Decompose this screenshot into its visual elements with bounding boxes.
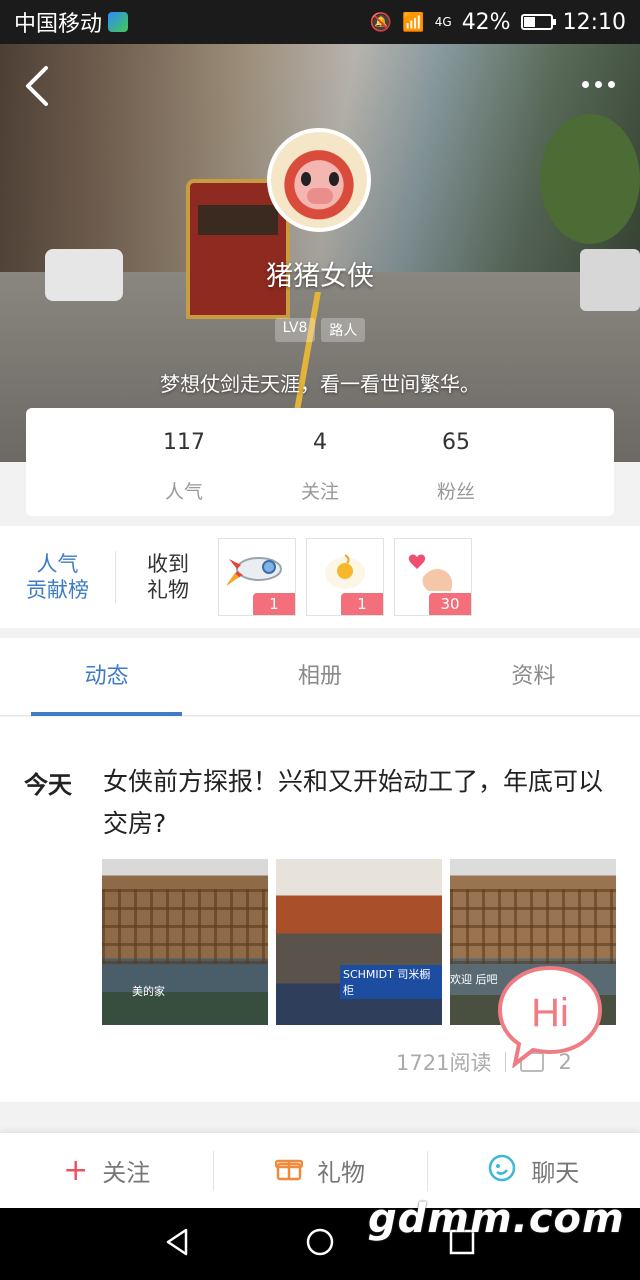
- gift-count: 1: [341, 593, 383, 615]
- profile-tabs: 动态 相册 资料: [0, 638, 640, 716]
- status-bar: 中国移动 🔕 📶 4G 42% 12:10: [0, 0, 640, 44]
- mute-icon: 🔕: [369, 11, 393, 33]
- gift-count: 30: [429, 593, 471, 615]
- gift-item-finger-heart[interactable]: 30: [394, 538, 472, 616]
- battery-percent: 42%: [461, 9, 511, 35]
- stat-following[interactable]: 4 关注: [252, 408, 388, 516]
- avatar[interactable]: [267, 128, 371, 232]
- battery-fill: [523, 17, 535, 27]
- more-dots-icon[interactable]: [576, 72, 620, 96]
- hi-chat-bubble[interactable]: Hi: [494, 964, 606, 1069]
- follow-button[interactable]: + 关注: [0, 1133, 213, 1208]
- chat-icon: [487, 1153, 517, 1189]
- stat-value: 65: [442, 430, 470, 455]
- stat-label: 关注: [300, 481, 339, 503]
- received-gifts-label: 收到 礼物: [128, 551, 208, 603]
- stat-value: 4: [313, 430, 327, 455]
- clock: 12:10: [562, 9, 626, 35]
- user-motto: 梦想仗剑走天涯，看一看世间繁华。: [160, 372, 480, 396]
- tab-info[interactable]: 资料: [427, 638, 640, 715]
- level-badge: LV8: [274, 318, 316, 342]
- title-badge: 路人: [321, 318, 366, 342]
- stat-label: 人气: [164, 481, 203, 503]
- photo-caption: 欢迎 后吧: [450, 973, 498, 986]
- stat-popularity[interactable]: 117 人气: [116, 408, 252, 516]
- tab-feed[interactable]: 动态: [0, 638, 213, 716]
- username: 猪猪女侠: [266, 261, 374, 292]
- chat-label: 聊天: [531, 1159, 580, 1187]
- egg-icon: [325, 554, 365, 589]
- rank-link-line1: 人气: [36, 552, 79, 576]
- back-chevron-icon[interactable]: [18, 62, 58, 110]
- wifi-icon: 📶: [402, 11, 425, 33]
- stat-value: 117: [163, 430, 205, 455]
- hi-label: Hi: [531, 991, 569, 1035]
- rank-link-line2: 贡献榜: [26, 578, 89, 602]
- finger-heart-icon: [408, 554, 453, 591]
- gift-label: 礼物: [316, 1159, 365, 1187]
- photo-caption: 美的家: [132, 985, 165, 998]
- follow-label: 关注: [102, 1159, 151, 1187]
- gift-item-rocket[interactable]: 1: [218, 538, 296, 616]
- post-photo[interactable]: 美的家: [102, 859, 268, 1025]
- carrier: 中国移动: [14, 6, 129, 38]
- photo-caption: SCHMIDT 司米橱柜: [340, 965, 442, 999]
- nav-back-icon[interactable]: [162, 1226, 194, 1262]
- network-type: 4G: [434, 15, 452, 29]
- tab-album[interactable]: 相册: [213, 638, 426, 715]
- received-label-line2: 礼物: [147, 578, 189, 602]
- cover-tree: [540, 114, 640, 244]
- post-text: 女侠前方探报！兴和又开始动工了，年底可以交房?: [103, 767, 604, 838]
- rocket-icon: [227, 557, 282, 586]
- popularity-contribution-link[interactable]: 人气 贡献榜: [0, 551, 116, 603]
- stat-fans[interactable]: 65 粉丝: [388, 408, 524, 516]
- plus-icon: +: [63, 1152, 89, 1188]
- read-count: 1721阅读: [396, 1051, 492, 1075]
- gift-item-egg[interactable]: 1: [306, 538, 384, 616]
- post-photo[interactable]: SCHMIDT 司米橱柜: [276, 859, 442, 1025]
- carrier-name: 中国移动: [14, 12, 103, 37]
- battery-icon: [520, 14, 556, 30]
- post-day: 今天: [24, 771, 72, 799]
- user-badges: LV8 路人: [0, 318, 640, 342]
- nav-home-icon[interactable]: [304, 1226, 336, 1262]
- gift-icon: [274, 1154, 304, 1188]
- status-right: 🔕 📶 4G 42% 12:10: [370, 10, 626, 35]
- gifts-row: 人气 贡献榜 收到 礼物 1 1 30: [0, 526, 640, 628]
- carrier-app-icon: [108, 12, 129, 32]
- profile-cover: [0, 44, 640, 462]
- received-label-line1: 收到: [147, 552, 189, 576]
- gift-count: 1: [253, 593, 295, 615]
- stats-card: 117 人气 4 关注 65 粉丝: [26, 408, 614, 516]
- watermark: gdmm.com: [368, 1196, 625, 1242]
- stat-label: 粉丝: [436, 481, 475, 503]
